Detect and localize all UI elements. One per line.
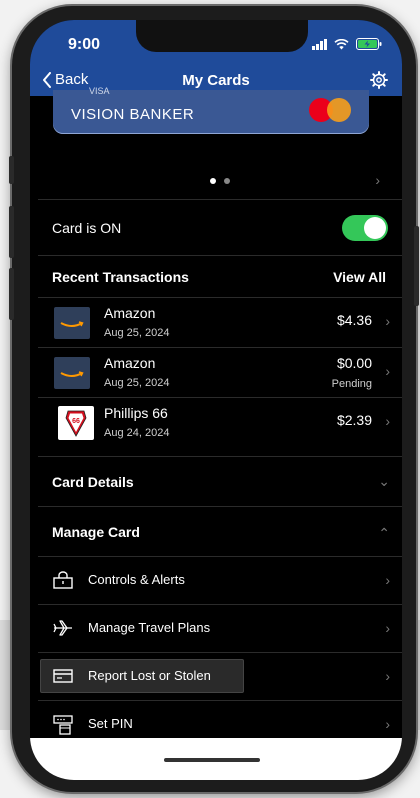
power-button [414,226,419,306]
chevron-down-icon: ⌄ [378,473,390,489]
toggle-knob [364,217,386,239]
notch [136,20,308,52]
transaction-row[interactable]: Amazon Aug 25, 2024 $4.36 › [38,297,402,348]
card-network-text: VISA [89,86,110,96]
phillips66-logo-icon: 66 [58,406,94,440]
phone-screen: 9:00 Back My Cards VISA VISION BANKER › … [30,20,402,780]
controls-alerts-label: Controls & Alerts [88,572,185,587]
svg-text:66: 66 [72,418,80,425]
card-details-label: Card Details [52,474,134,490]
status-icons [312,38,382,50]
chevron-right-icon: › [385,413,390,429]
amazon-logo-icon [54,357,90,389]
amazon-logo-icon [54,307,90,339]
card-status-row: Card is ON [38,199,402,256]
debit-card[interactable]: VISA VISION BANKER [53,86,369,134]
card-icon [53,669,73,683]
status-bar: 9:00 [30,20,402,66]
manage-card-label: Manage Card [52,524,140,540]
carousel-page-indicator[interactable] [210,178,230,184]
report-lost-stolen-label: Report Lost or Stolen [88,668,211,683]
chevron-right-icon: › [385,572,390,588]
report-lost-stolen-item[interactable]: Report Lost or Stolen › [38,652,402,701]
view-all-link[interactable]: View All [333,269,386,285]
home-indicator-area [30,738,402,780]
transaction-merchant: Amazon [104,305,156,321]
chevron-right-icon: › [385,620,390,636]
recent-transactions-title: Recent Transactions [52,269,189,285]
card-on-toggle[interactable] [342,215,388,241]
chevron-right-icon: › [385,313,390,329]
transaction-merchant: Amazon [104,355,156,371]
set-pin-label: Set PIN [88,716,133,731]
back-label: Back [55,71,89,88]
carousel-dot [224,178,230,184]
home-indicator[interactable] [164,758,260,762]
gear-icon[interactable] [370,71,388,94]
transaction-row[interactable]: 66 Phillips 66 Aug 24, 2024 $2.39 › [38,397,402,448]
keypad-icon [53,715,73,735]
back-button[interactable]: Back [42,71,88,88]
transaction-status: Pending [331,378,372,390]
main-content: VISA VISION BANKER › Card is ON Recent T… [30,86,402,780]
lock-icon [53,571,73,589]
manage-travel-plans-label: Manage Travel Plans [88,620,211,635]
transaction-amount: $4.36 [336,312,372,328]
carousel-dot-active [210,178,216,184]
transaction-date: Aug 25, 2024 [104,327,170,339]
transaction-amount: $0.00 [336,355,372,371]
volume-up-button [9,206,14,258]
card-details-section[interactable]: Card Details ⌄ [38,456,402,507]
transaction-date: Aug 24, 2024 [104,427,170,439]
chevron-right-icon: › [385,668,390,684]
card-status-label: Card is ON [52,220,122,236]
transaction-merchant: Phillips 66 [104,405,168,421]
recent-transactions-header: Recent Transactions View All [38,255,402,298]
card-name: VISION BANKER [71,106,195,123]
chevron-up-icon: ⌃ [378,525,390,541]
controls-alerts-item[interactable]: Controls & Alerts › [38,556,402,605]
transaction-amount: $2.39 [336,412,372,428]
mastercard-logo-icon [309,98,355,122]
transaction-date: Aug 25, 2024 [104,377,170,389]
chevron-right-icon: › [385,716,390,732]
wifi-icon [334,38,349,50]
signal-icon [312,38,327,50]
card-next-chevron-icon[interactable]: › [375,172,380,188]
chevron-left-icon [43,71,51,88]
battery-charging-icon [356,38,382,50]
airplane-icon [53,620,72,636]
status-time: 9:00 [68,36,101,53]
manage-card-section[interactable]: Manage Card ⌃ [38,506,402,557]
volume-down-button [9,268,14,320]
chevron-right-icon: › [385,363,390,379]
transaction-row[interactable]: Amazon Aug 25, 2024 $0.00 Pending › [38,347,402,398]
mute-switch [9,156,14,184]
manage-travel-plans-item[interactable]: Manage Travel Plans › [38,604,402,653]
